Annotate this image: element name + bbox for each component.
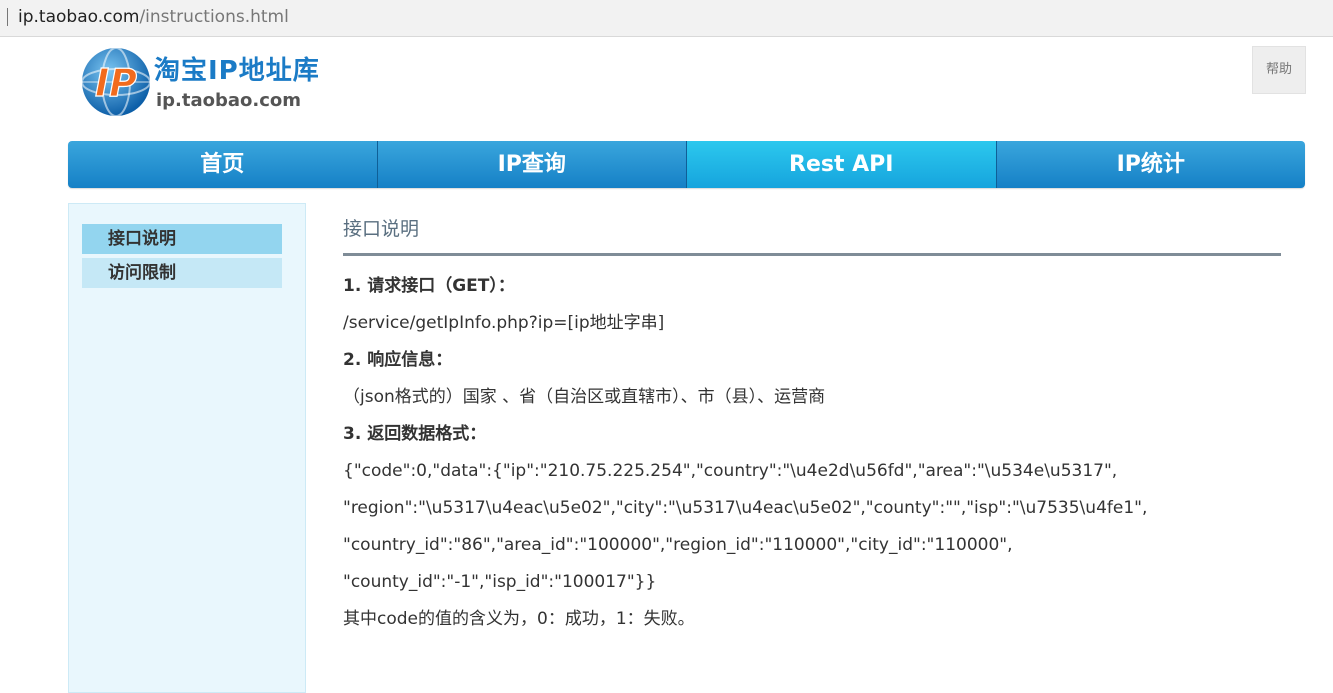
response-description: （json格式的）国家 、省（自治区或直辖市）、市（县）、运营商 [343, 387, 826, 407]
url-path: /instructions.html [139, 7, 289, 27]
sidebar-item-api-docs[interactable]: 接口说明 [82, 224, 282, 254]
section-heading-response: 2. 响应信息： [343, 350, 453, 370]
nav-item-rest-api[interactable]: Rest API [687, 141, 997, 188]
nav-item-ip-query[interactable]: IP查询 [377, 141, 687, 188]
json-example-line: "region":"\u5317\u4eac\u5e02","city":"\u… [343, 498, 1148, 518]
json-example-line: {"code":0,"data":{"ip":"210.75.225.254",… [343, 461, 1118, 481]
nav-item-home[interactable]: 首页 [68, 141, 378, 188]
address-bar[interactable]: ip.taobao.com/instructions.html [0, 0, 1333, 37]
content-body: 1. 请求接口（GET）： /service/getIpInfo.php?ip=… [343, 268, 1281, 638]
main-content: 接口说明 1. 请求接口（GET）： /service/getIpInfo.ph… [343, 212, 1281, 629]
url-host: ip.taobao.com [18, 7, 140, 27]
globe-logo-icon: IP [81, 47, 151, 117]
logo-subtitle: ip.taobao.com [156, 90, 302, 111]
request-endpoint: /service/getIpInfo.php?ip=[ip地址字串] [343, 313, 665, 333]
main-nav: 首页 IP查询 Rest API IP统计 [68, 141, 1305, 188]
sidebar-item-access-limits[interactable]: 访问限制 [82, 258, 282, 288]
code-meaning-note: 其中code的值的含义为，0：成功，1：失败。 [343, 609, 695, 629]
help-button[interactable]: 帮助 [1252, 46, 1306, 94]
json-example-line: "county_id":"-1","isp_id":"100017"}} [343, 572, 657, 592]
logo-emblem-letters: IP [95, 61, 137, 105]
section-heading-request: 1. 请求接口（GET）： [343, 276, 515, 296]
logo-title: 淘宝IP地址库 [154, 56, 320, 86]
text-cursor [7, 8, 8, 26]
json-example-line: "country_id":"86","area_id":"100000","re… [343, 535, 1013, 555]
section-heading-format: 3. 返回数据格式： [343, 424, 487, 444]
site-logo[interactable]: IP 淘宝IP地址库 ip.taobao.com [80, 46, 340, 120]
sidebar: 接口说明 访问限制 [68, 203, 306, 693]
nav-item-ip-stats[interactable]: IP统计 [996, 141, 1305, 188]
content-title: 接口说明 [343, 212, 1281, 256]
url-text[interactable]: ip.taobao.com/instructions.html [18, 6, 289, 28]
